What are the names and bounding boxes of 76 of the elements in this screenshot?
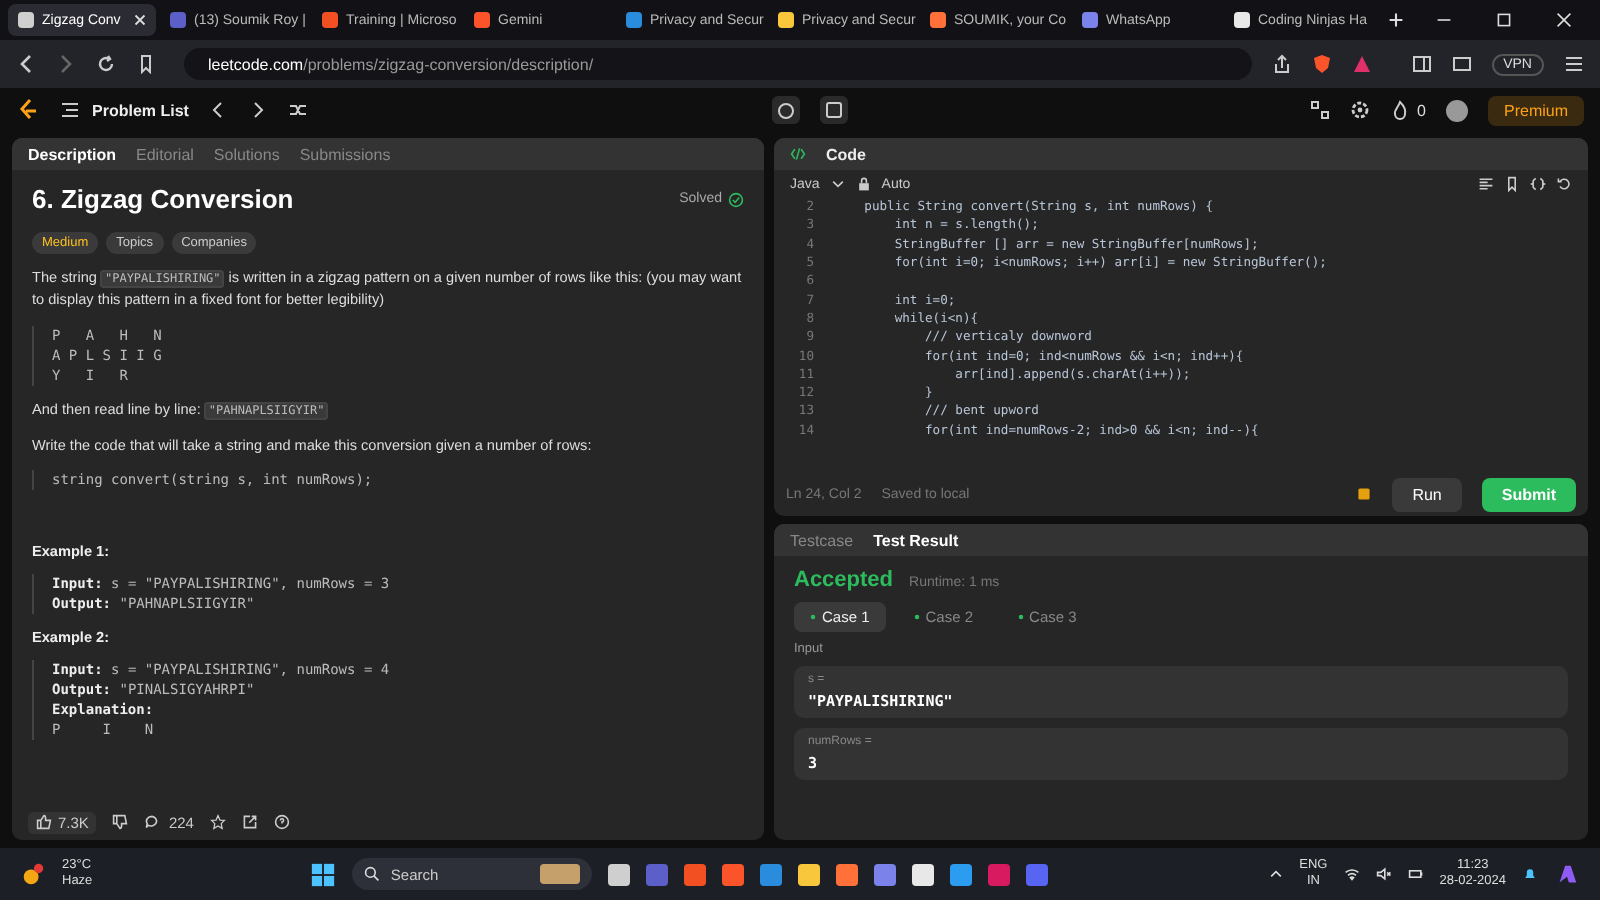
app-icon[interactable] [608,863,631,885]
next-icon[interactable] [248,100,269,120]
list-icon[interactable] [60,100,80,120]
new-tab-icon[interactable] [1388,12,1404,28]
shuffle-icon[interactable] [288,100,309,120]
panel-tab[interactable]: Testcase [790,531,854,549]
favicon-icon [1234,12,1250,28]
dot-icon [1017,614,1024,620]
app-icon[interactable] [798,863,821,885]
favicon-icon [626,12,642,28]
favicon-icon [778,12,794,28]
lion-shield-icon[interactable] [1311,54,1332,74]
settings-icon[interactable] [1349,100,1370,120]
favicon-icon [18,12,34,28]
bell-icon[interactable] [1522,866,1538,882]
share-icon[interactable] [241,814,258,830]
problem-title: 6. Zigzag Conversion [32,182,294,218]
bookmark-icon[interactable] [1504,176,1520,192]
bookmark-icon[interactable] [136,54,156,74]
favicon-icon [170,12,186,28]
timer-icon[interactable] [771,96,799,124]
panel-tab[interactable]: Test Result [873,531,959,549]
battery-icon[interactable] [1407,866,1424,882]
weather-icon[interactable] [20,861,46,887]
panel-title: Code [826,145,866,163]
reset-icon[interactable] [1556,176,1572,192]
avatar-icon[interactable] [1446,99,1468,121]
app-icon[interactable] [950,863,973,885]
chevron-down-icon[interactable] [829,176,846,192]
maximize-icon[interactable] [1496,12,1512,28]
premium-button[interactable]: Premium [1488,95,1585,125]
grid-icon[interactable] [1309,100,1330,120]
run-button[interactable]: Run [1392,477,1462,511]
panel-tab[interactable]: Submissions [299,145,391,163]
start-icon[interactable] [310,861,337,887]
panel-tab[interactable]: Solutions [213,145,280,163]
chevron-up-icon[interactable] [1267,866,1284,882]
panel-tab[interactable]: Editorial [136,145,194,163]
close-icon[interactable] [134,14,146,26]
share-icon[interactable] [1271,54,1292,74]
note-icon[interactable] [819,96,847,124]
wifi-icon[interactable] [1343,866,1360,882]
dot-icon [810,614,816,620]
braces-icon[interactable] [1530,176,1546,192]
sidebar-icon[interactable] [1411,54,1432,74]
logo-icon[interactable] [16,98,40,122]
problem-list-link[interactable]: Problem List [92,101,189,119]
app-icon[interactable] [912,863,935,885]
close-icon[interactable] [1556,12,1572,28]
address-field[interactable]: leetcode.com/problems/zigzag-conversion/description/ [184,48,1252,80]
verdict-text: Accepted [794,568,894,592]
check-circle-icon [728,192,744,209]
streak-count: 0 [1417,101,1426,119]
search-icon [364,866,381,882]
comment-icon[interactable] [144,814,161,830]
back-icon[interactable] [16,54,36,74]
star-icon[interactable] [209,814,226,830]
thumbs-up-icon [36,814,52,830]
menu-icon[interactable] [1564,54,1584,74]
format-icon[interactable] [1478,176,1494,192]
favicon-icon [322,12,338,28]
help-icon[interactable] [273,814,290,830]
favicon-icon [474,12,490,28]
lock-icon [855,176,872,192]
code-icon [790,146,806,162]
app-icon[interactable] [836,863,859,885]
forward-icon[interactable] [56,54,76,74]
favicon-icon [930,12,946,28]
wallet-icon[interactable] [1451,54,1472,74]
speaker-mute-icon[interactable] [1375,866,1392,882]
dislike-icon[interactable] [112,814,129,830]
favicon-icon [1082,12,1098,28]
triangle-icon[interactable] [1351,54,1372,74]
dot-icon [913,614,920,620]
panel-tab[interactable]: Description [28,145,117,163]
reload-icon[interactable] [96,54,116,74]
